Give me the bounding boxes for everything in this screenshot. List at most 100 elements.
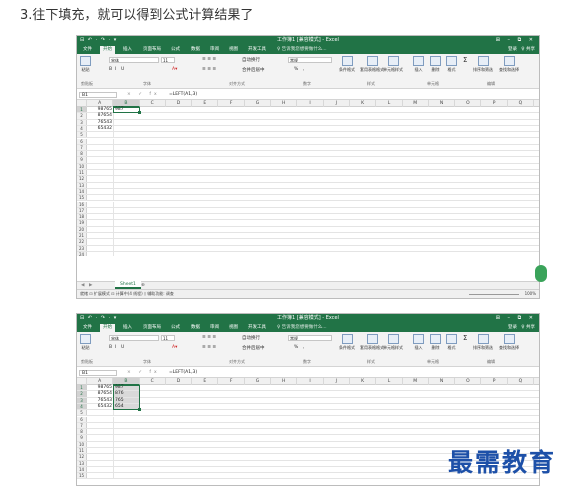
cell-a[interactable] [87, 239, 114, 245]
zoom-level[interactable]: 100% [525, 290, 536, 298]
fill-handle[interactable] [137, 408, 141, 412]
tab-file[interactable]: 文件 [80, 324, 95, 332]
cell-b[interactable] [114, 157, 140, 162]
signin-link[interactable]: 登录 [508, 324, 517, 332]
row-header[interactable]: 19 [77, 220, 87, 226]
column-header-n[interactable]: N [429, 100, 456, 107]
sort-filter-button[interactable]: 排序和筛选 [473, 56, 493, 73]
row-header[interactable]: 18 [77, 214, 87, 220]
wrap-text-button[interactable]: 自动换行 [242, 335, 260, 341]
column-header-c[interactable]: C [140, 378, 166, 385]
column-header-l[interactable]: L [376, 378, 403, 385]
cell-b[interactable] [114, 423, 140, 428]
fill-handle[interactable] [137, 111, 141, 115]
row-header[interactable]: 6 [77, 138, 87, 144]
column-header-e[interactable]: E [192, 100, 219, 107]
column-header-o[interactable]: O [455, 378, 482, 385]
column-header-q[interactable]: Q [508, 378, 535, 385]
insert-cells-button[interactable]: 插入 [413, 56, 424, 73]
column-header-j[interactable]: J [324, 378, 350, 385]
cell-a[interactable] [87, 207, 114, 214]
percent-button[interactable]: % [294, 345, 298, 350]
paste-button[interactable]: 粘贴 [80, 56, 91, 73]
column-header-h[interactable]: H [271, 378, 298, 385]
tab-view[interactable]: 视图 [226, 46, 241, 54]
cell-a[interactable] [87, 460, 114, 466]
cell-a[interactable] [87, 138, 114, 144]
cell-b[interactable] [114, 164, 140, 169]
name-box[interactable]: B1 [79, 370, 117, 376]
cell-b[interactable] [114, 435, 140, 440]
formula-input[interactable]: =LEFT(A1,3) [169, 370, 537, 376]
cell-b[interactable] [114, 454, 140, 459]
wrap-text-button[interactable]: 自动换行 [242, 57, 260, 63]
signin-link[interactable]: 登录 [508, 46, 517, 54]
column-header-q[interactable]: Q [508, 100, 535, 107]
delete-cells-button[interactable]: 删除 [430, 334, 441, 351]
conditional-format-button[interactable]: 条件格式 [339, 56, 355, 73]
italic-button[interactable]: I [115, 345, 116, 350]
row-header[interactable]: 15 [77, 195, 87, 201]
row-header[interactable]: 2 [77, 391, 87, 397]
column-header-f[interactable]: F [219, 100, 245, 107]
cell-b[interactable] [114, 132, 140, 137]
row-header[interactable]: 14 [77, 466, 87, 473]
row-header[interactable]: 12 [77, 454, 87, 460]
format-cells-button[interactable]: 格式 [446, 56, 457, 73]
cell-a[interactable] [87, 466, 114, 473]
cell-a[interactable] [87, 441, 114, 447]
cell-b[interactable] [114, 239, 140, 244]
worksheet-grid[interactable]: ABCDEFGHIJKLMNOPQ 1 98765 987 2 87654 3 76543 4… [77, 100, 539, 256]
cell-a[interactable]: 87654 [87, 391, 114, 397]
cell-b[interactable] [114, 417, 140, 422]
row-header[interactable]: 8 [77, 151, 87, 157]
tab-insert[interactable]: 插入 [120, 324, 135, 332]
cell-a[interactable]: 87654 [87, 113, 114, 119]
underline-button[interactable]: U [121, 345, 124, 350]
row-header[interactable]: 12 [77, 176, 87, 182]
row-header[interactable]: 1 [77, 385, 87, 391]
side-float-button[interactable] [535, 265, 547, 282]
cell-a[interactable] [87, 214, 114, 220]
font-name-select[interactable]: 宋体 [109, 335, 159, 341]
cell-a[interactable] [87, 422, 114, 429]
cell-b[interactable] [114, 139, 140, 144]
formula-bar-icons[interactable]: × ✓ fx [127, 369, 160, 377]
column-header-j[interactable]: J [324, 100, 350, 107]
cell-b[interactable] [114, 252, 140, 256]
column-header-i[interactable]: I [297, 100, 324, 107]
column-header-n[interactable]: N [429, 378, 456, 385]
column-header-i[interactable]: I [297, 378, 324, 385]
sort-filter-button[interactable]: 排序和筛选 [473, 334, 493, 351]
row-header[interactable]: 21 [77, 233, 87, 239]
tab-home[interactable]: 开始 [100, 46, 115, 54]
column-header-d[interactable]: D [166, 378, 193, 385]
align-top-icon[interactable]: ≡ ≡ ≡ [202, 57, 216, 62]
row-header[interactable]: 3 [77, 397, 87, 403]
merge-center-button[interactable]: 合并后居中 [242, 67, 265, 73]
tab-developer[interactable]: 开发工具 [245, 324, 269, 332]
row-header[interactable]: 11 [77, 448, 87, 454]
cell-b[interactable] [114, 429, 140, 434]
delete-cells-button[interactable]: 删除 [430, 56, 441, 73]
row-header[interactable]: 7 [77, 422, 87, 429]
paste-button[interactable]: 粘贴 [80, 334, 91, 351]
row-header[interactable]: 1 [77, 107, 87, 113]
tell-me-box[interactable]: ♀ 告诉我您想要做什么... [277, 46, 327, 54]
row-header[interactable]: 13 [77, 460, 87, 466]
share-button[interactable]: ♀ 共享 [521, 324, 535, 332]
zoom-slider[interactable] [469, 294, 519, 295]
row-header[interactable]: 2 [77, 113, 87, 119]
row-header[interactable]: 6 [77, 416, 87, 422]
column-header-p[interactable]: P [482, 378, 508, 385]
cell-b[interactable] [114, 189, 140, 194]
cell-b[interactable] [114, 214, 140, 219]
cell-b[interactable] [114, 120, 140, 125]
cell-b[interactable] [114, 246, 140, 251]
number-format-select[interactable]: 常规 [288, 335, 332, 341]
column-header-a[interactable]: A [87, 378, 114, 385]
cell-styles-button[interactable]: 单元格样式 [383, 334, 403, 351]
cell-a[interactable] [87, 226, 114, 232]
insert-cells-button[interactable]: 插入 [413, 334, 424, 351]
font-color-icon[interactable]: A▾ [172, 345, 177, 350]
